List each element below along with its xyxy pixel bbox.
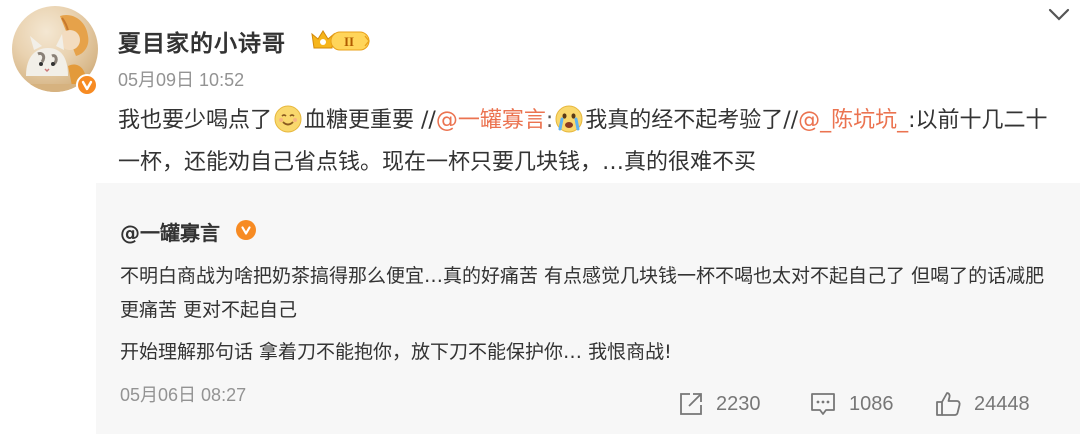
retweet-box[interactable]: @一罐寡言 不明白商战为啥把奶茶搞得那么便宜…真的好痛苦 有点感觉几块钱一杯不喝… <box>96 183 1080 434</box>
like-count: 24448 <box>974 392 1030 415</box>
retweet-paragraph: 开始理解那句话 拿着刀不能抱你，放下刀不能保护你… 我恨商战! <box>120 341 672 363</box>
author-name[interactable]: 夏目家的小诗哥 <box>118 24 286 58</box>
share-button[interactable]: 2230 <box>678 391 761 417</box>
weibo-post: 夏目家的小诗哥 II 05月09日 10:52 我也要少喝点了 血糖更重要 //@… <box>0 0 1080 434</box>
post-text-segment: 我真的经不起考验了// <box>585 108 799 133</box>
verified-icon <box>76 74 98 96</box>
post-text-segment: 血糖更重要 // <box>304 108 436 133</box>
retweet-text: 不明白商战为啥把奶茶搞得那么便宜…真的好痛苦 有点感觉几块钱一杯不喝也太对不起自… <box>120 259 1055 369</box>
chevron-down-icon[interactable] <box>1046 4 1072 24</box>
retweet-timestamp[interactable]: 05月06日 08:27 <box>120 381 246 407</box>
crying-emoji-icon <box>555 105 583 133</box>
share-count: 2230 <box>716 392 761 415</box>
comment-button[interactable]: 1086 <box>809 391 894 417</box>
level-badge-icon[interactable]: II <box>309 26 373 54</box>
share-icon <box>678 391 704 417</box>
avatar-container[interactable] <box>12 6 102 96</box>
verified-icon <box>236 220 256 240</box>
post-text: 我也要少喝点了 血糖更重要 //@一罐寡言: 我真的经不起考验了//@_陈坑坑_:以… <box>118 100 1058 184</box>
comment-icon <box>809 391 837 417</box>
post-text-segment: 我也要少喝点了 <box>118 108 273 133</box>
mention-link[interactable]: @_陈坑坑_ <box>798 108 908 133</box>
level-text: II <box>344 34 354 49</box>
comment-count: 1086 <box>849 392 894 415</box>
post-text-segment: : <box>545 108 554 133</box>
post-timestamp[interactable]: 05月09日 10:52 <box>118 66 244 92</box>
like-icon <box>934 390 962 418</box>
retweet-author[interactable]: @一罐寡言 <box>120 217 220 246</box>
mention-link[interactable]: @一罐寡言 <box>436 108 546 133</box>
smile-emoji-icon <box>274 105 302 133</box>
like-button[interactable]: 24448 <box>934 391 1030 417</box>
retweet-paragraph: 不明白商战为啥把奶茶搞得那么便宜…真的好痛苦 有点感觉几块钱一杯不喝也太对不起自… <box>120 265 1045 321</box>
